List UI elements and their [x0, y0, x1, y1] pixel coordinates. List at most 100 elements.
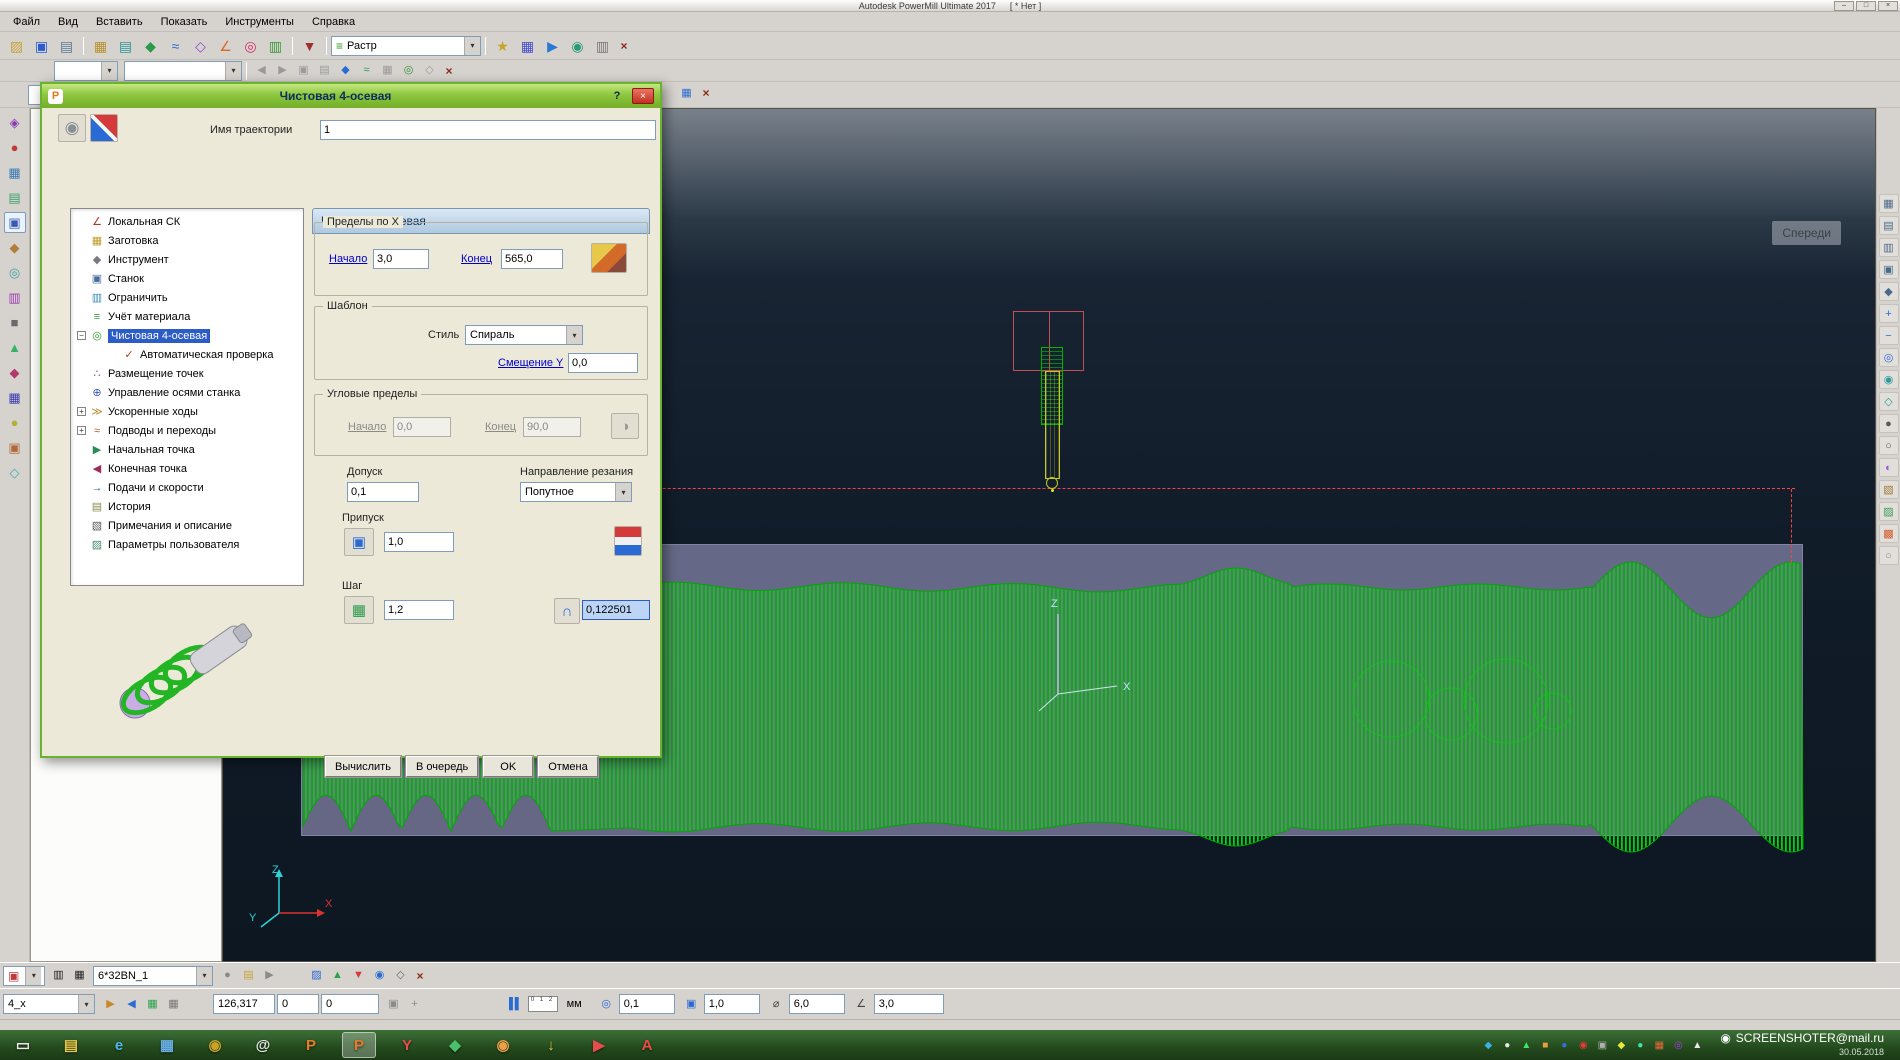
calculate-button[interactable]: Вычислить [324, 755, 402, 778]
paste-icon[interactable]: ▤ [314, 62, 335, 80]
toolpath-name-input[interactable] [320, 120, 656, 140]
screenshoter-widget[interactable]: ◉ SCREENSHOTER@mail.ru 30.05.2018 [1720, 1031, 1884, 1060]
calculator-icon[interactable]: ▦ [515, 35, 540, 57]
show-desktop-button[interactable]: ▭ [6, 1032, 40, 1058]
stepover-input[interactable] [384, 600, 454, 620]
boundary-edit-icon[interactable]: ◆ [335, 62, 356, 80]
thickness-icon[interactable]: ▣ [344, 528, 374, 556]
tray-icon-3[interactable]: ▲ [1518, 1037, 1534, 1053]
x-end-input[interactable] [501, 249, 563, 269]
tolerance-input[interactable] [347, 482, 419, 502]
undo-icon[interactable]: ◀ [251, 62, 272, 80]
view-front-icon[interactable]: ▥ [1878, 238, 1899, 257]
toolpaths-strip-icon[interactable]: ● [4, 137, 26, 158]
chevron-down-icon[interactable]: ▾ [225, 61, 241, 80]
tray-icon-11[interactable]: ◎ [1670, 1037, 1686, 1053]
tool-shadow-icon[interactable]: ● [217, 967, 238, 985]
copy-icon[interactable]: ▣ [293, 62, 314, 80]
menu-display[interactable]: Показать [152, 14, 217, 30]
grid-frag-icon[interactable]: ▦ [676, 84, 697, 102]
flag-green-icon[interactable]: ▲ [327, 967, 348, 985]
tree-expander[interactable]: − [77, 331, 86, 340]
tree-expander[interactable] [77, 502, 86, 511]
axial-thickness-icon[interactable] [614, 526, 642, 556]
menu-tools[interactable]: Инструменты [216, 14, 303, 30]
zoom-in-icon[interactable]: + [1878, 304, 1899, 323]
block-limits-icon[interactable] [591, 243, 627, 273]
simulation-strip-icon[interactable]: ● [4, 412, 26, 433]
strategies-icon[interactable]: ★ [490, 35, 515, 57]
zoom-fit-icon[interactable]: ◎ [1878, 348, 1899, 367]
z-coordinate-input[interactable] [321, 994, 379, 1014]
compass-icon[interactable]: + [404, 995, 425, 1013]
features-strip-icon[interactable]: ▦ [4, 387, 26, 408]
patterns-strip-icon[interactable]: ▣ [3, 212, 26, 233]
start-endpoint-icon[interactable]: ◆ [138, 35, 163, 57]
media-player-icon[interactable]: ▶ [582, 1032, 616, 1058]
tool-db-icon[interactable]: ▥ [48, 967, 69, 985]
tree-expander[interactable] [77, 293, 86, 302]
help-button[interactable]: ? [608, 88, 626, 104]
chevron-down-icon[interactable]: ▾ [464, 36, 480, 55]
dialog-close-button[interactable]: × [632, 88, 654, 104]
diameter-input[interactable] [788, 994, 845, 1014]
tree-expander[interactable] [77, 464, 86, 473]
thickness-status-icon[interactable]: ▣ [681, 995, 702, 1013]
save-project-icon[interactable]: ▣ [29, 35, 54, 57]
menu-view[interactable]: Вид [49, 14, 87, 30]
toolbar-close-icon[interactable]: × [440, 62, 458, 80]
wireframe-view-icon[interactable]: ○ [1878, 436, 1899, 455]
pause-queue-icon[interactable]: ▌▌ [509, 998, 523, 1010]
zoom-out-icon[interactable]: − [1878, 326, 1899, 345]
tree-item-machine[interactable]: ▣ Станок [71, 269, 303, 288]
angle-input[interactable] [873, 994, 944, 1014]
tray-icon-7[interactable]: ▣ [1594, 1037, 1610, 1053]
tray-icon-5[interactable]: ● [1556, 1037, 1572, 1053]
search-icon[interactable]: ◉ [369, 967, 390, 985]
chevron-down-icon[interactable]: ▾ [78, 995, 94, 1013]
tree-item-local-cs[interactable]: ∠ Локальная СК [71, 212, 303, 231]
tree-expander[interactable]: + [77, 426, 86, 435]
tree-item-history[interactable]: ▤ История [71, 497, 303, 516]
queue-button[interactable]: В очередь [404, 755, 480, 778]
scissors-icon[interactable]: ◇ [419, 62, 440, 80]
chrome-icon[interactable]: ◉ [198, 1032, 232, 1058]
adobe-reader-icon[interactable]: A [630, 1032, 664, 1058]
workplane-toolbar-icon[interactable]: ∠ [213, 35, 238, 57]
tree-item-limit[interactable]: ▥ Ограничить [71, 288, 303, 307]
y-coordinate-input[interactable] [277, 994, 319, 1014]
explorer-app-icon[interactable]: ▤ [54, 1032, 88, 1058]
tree-expander[interactable] [77, 312, 86, 321]
x-coordinate-input[interactable] [213, 994, 275, 1014]
minimize-button[interactable]: – [1834, 1, 1854, 11]
tray-icon-8[interactable]: ◆ [1613, 1037, 1629, 1053]
rotate-view-icon[interactable]: ◉ [1878, 370, 1899, 389]
powermill-taskbar-icon[interactable]: P [294, 1032, 328, 1058]
cloud-icon[interactable]: ◎ [398, 62, 419, 80]
block-small-icon[interactable]: ▦ [142, 995, 163, 1013]
shade-view-icon[interactable]: ● [1878, 414, 1899, 433]
multicolor-view-icon[interactable]: ◐ [1878, 458, 1899, 477]
active-workplane-combo[interactable]: ▣ ▾ [3, 965, 45, 986]
macros-strip-icon[interactable]: ▲ [4, 337, 26, 358]
view-top-icon[interactable]: ▤ [1878, 216, 1899, 235]
strategy-type-combo[interactable]: ≡ Растр ▾ [331, 35, 481, 56]
tray-icon-2[interactable]: ● [1499, 1037, 1515, 1053]
tray-icon-9[interactable]: ● [1632, 1037, 1648, 1053]
tree-expander[interactable] [77, 369, 86, 378]
tree-item-auto-check[interactable]: ✓ Автоматическая проверка [71, 345, 303, 364]
view-iso-icon[interactable]: ◆ [1878, 282, 1899, 301]
tree-expander[interactable] [77, 483, 86, 492]
cusp-icon[interactable]: ∩ [554, 598, 580, 624]
workplanes-strip-icon[interactable]: ◆ [4, 237, 26, 258]
tree-item-strategy[interactable]: − ◎ Чистовая 4-осевая [71, 326, 303, 345]
mail-agent-icon[interactable]: @ [246, 1032, 280, 1058]
viewmill-toolbar-icon[interactable]: ◉ [565, 35, 590, 57]
cut-direction-combo[interactable]: Попутное ▾ [520, 482, 632, 502]
download-master-icon[interactable]: ↓ [534, 1032, 568, 1058]
view-resize-icon[interactable]: ▦ [1878, 194, 1899, 213]
tray-icon-4[interactable]: ■ [1537, 1037, 1553, 1053]
tree-item-stock-engagement[interactable]: ≡ Учёт материала [71, 307, 303, 326]
groups-strip-icon[interactable]: ■ [4, 312, 26, 333]
chevron-down-icon[interactable]: ▾ [101, 61, 117, 80]
